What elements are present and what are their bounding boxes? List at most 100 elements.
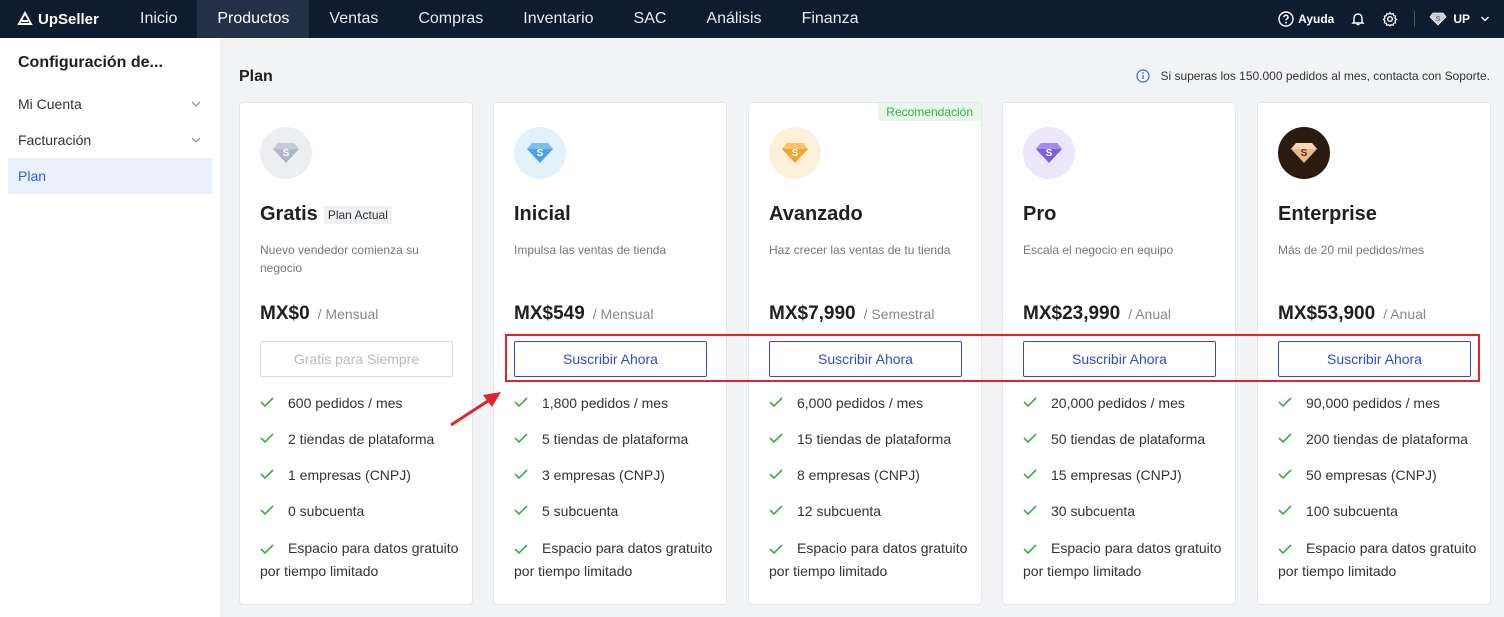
feature-item: 3 empresas (CNPJ) xyxy=(514,465,724,501)
plan-name: Inicial xyxy=(514,203,571,226)
feature-item: Espacio para datos gratuito por tiempo l… xyxy=(1023,540,1222,579)
feature-item: 12 subcuenta xyxy=(769,501,979,537)
check-icon xyxy=(1278,397,1292,408)
feature-item: 8 empresas (CNPJ) xyxy=(769,465,979,501)
check-icon xyxy=(1278,433,1292,444)
question-circle-icon xyxy=(1278,11,1294,27)
check-icon xyxy=(1023,397,1037,408)
svg-text:S: S xyxy=(1301,148,1308,159)
plan-price: MX$53,900 / Anual xyxy=(1278,303,1426,325)
check-icon xyxy=(260,433,274,444)
plan-card-inicial: S Inicial Impulsa las ventas de tienda M… xyxy=(493,102,727,605)
nav-item-sac[interactable]: SAC xyxy=(614,0,687,38)
help-label: Ayuda xyxy=(1298,12,1335,26)
nav-item-analisis[interactable]: Análisis xyxy=(686,0,781,38)
diamond-icon: S xyxy=(1429,12,1447,26)
page-title: Plan xyxy=(239,68,273,85)
plan-description: Nuevo vendedor comienza su negocio xyxy=(260,243,419,275)
user-menu[interactable]: S UP xyxy=(1429,12,1490,26)
sidebar-item-label: Mi Cuenta xyxy=(18,96,82,112)
nav-item-compras[interactable]: Compras xyxy=(398,0,503,38)
plan-price: MX$23,990 / Anual xyxy=(1023,303,1171,325)
sidebar-title: Configuración de... xyxy=(18,54,163,71)
info-notice: Si superas los 150.000 pedidos al mes, c… xyxy=(1136,69,1490,83)
price-period: / Anual xyxy=(1383,306,1427,322)
subscribe-button-pro[interactable]: Suscribir Ahora xyxy=(1023,341,1216,377)
diamond-blue-icon: S xyxy=(514,127,566,179)
feature-item: 1 empresas (CNPJ) xyxy=(260,465,470,501)
plan-card-avanzado: Recomendación S Avanzado Haz crecer las … xyxy=(748,102,982,605)
plan-description: Más de 20 mil pedidos/mes xyxy=(1278,243,1425,257)
feature-list: 600 pedidos / mes 2 tiendas de plataform… xyxy=(260,393,470,583)
main-nav: Inicio Productos Ventas Compras Inventar… xyxy=(120,0,878,38)
nav-item-inventario[interactable]: Inventario xyxy=(503,0,613,38)
check-icon xyxy=(1278,469,1292,480)
check-icon xyxy=(260,469,274,480)
check-icon xyxy=(1278,544,1292,555)
svg-text:S: S xyxy=(537,148,544,159)
plan-title: Inicial xyxy=(514,203,571,225)
plan-price: MX$549 / Mensual xyxy=(514,303,653,325)
sidebar-item-plan[interactable]: Plan xyxy=(8,158,212,194)
plan-title: Gratis xyxy=(260,203,318,225)
feature-item: 50 tiendas de plataforma xyxy=(1023,429,1233,465)
sidebar-item-facturacion[interactable]: Facturación xyxy=(8,122,212,158)
feature-item: 20,000 pedidos / mes xyxy=(1023,393,1233,429)
svg-text:S: S xyxy=(1046,148,1053,159)
feature-item: 0 subcuenta xyxy=(260,501,470,537)
check-icon xyxy=(1023,544,1037,555)
plan-price: MX$0 / Mensual xyxy=(260,303,378,325)
feature-item: 200 tiendas de plataforma xyxy=(1278,429,1488,465)
sidebar-item-mi-cuenta[interactable]: Mi Cuenta xyxy=(8,86,212,122)
plan-description: Haz crecer las ventas de tu tienda xyxy=(769,243,951,257)
feature-item: 2 tiendas de plataforma xyxy=(260,429,470,465)
chevron-down-icon xyxy=(191,101,201,107)
plan-name: Gratis Plan Actual xyxy=(260,203,392,226)
diamond-purple-icon: S xyxy=(1023,127,1075,179)
plan-card-pro: S Pro Escala el negocio en equipo MX$23,… xyxy=(1002,102,1236,605)
nav-item-finanza[interactable]: Finanza xyxy=(782,0,879,38)
subscribe-button-enterprise[interactable]: Suscribir Ahora xyxy=(1278,341,1471,377)
gear-icon xyxy=(1382,11,1398,27)
brand-logo[interactable]: UpSeller xyxy=(0,0,120,38)
check-icon xyxy=(769,544,783,555)
feature-item: Espacio para datos gratuito por tiempo l… xyxy=(1278,540,1477,579)
feature-list: 1,800 pedidos / mes 5 tiendas de platafo… xyxy=(514,393,724,583)
nav-item-productos[interactable]: Productos xyxy=(197,0,310,38)
check-icon xyxy=(514,433,528,444)
feature-item: 30 subcuenta xyxy=(1023,501,1233,537)
svg-text:S: S xyxy=(792,148,799,159)
check-icon xyxy=(769,505,783,516)
help-button[interactable]: Ayuda xyxy=(1278,11,1334,27)
plan-name: Pro xyxy=(1023,203,1056,226)
plan-description: Escala el negocio en equipo xyxy=(1023,243,1174,257)
chevron-down-icon xyxy=(1481,16,1489,22)
price-amount: MX$549 xyxy=(514,303,585,324)
price-period: / Anual xyxy=(1128,306,1172,322)
check-icon xyxy=(514,397,528,408)
feature-list: 20,000 pedidos / mes 50 tiendas de plata… xyxy=(1023,393,1233,583)
check-icon xyxy=(1278,505,1292,516)
feature-item: 5 subcuenta xyxy=(514,501,724,537)
settings-button[interactable] xyxy=(1382,11,1398,27)
feature-item: Espacio para datos gratuito por tiempo l… xyxy=(514,540,713,579)
feature-list: 90,000 pedidos / mes 200 tiendas de plat… xyxy=(1278,393,1488,583)
plan-card-gratis: S Gratis Plan Actual Nuevo vendedor comi… xyxy=(239,102,473,605)
feature-item: 90,000 pedidos / mes xyxy=(1278,393,1488,429)
subscribe-button-inicial[interactable]: Suscribir Ahora xyxy=(514,341,707,377)
user-name: UP xyxy=(1453,12,1470,26)
notifications-button[interactable] xyxy=(1350,11,1366,27)
feature-item: Espacio para datos gratuito por tiempo l… xyxy=(769,540,968,579)
check-icon xyxy=(1023,505,1037,516)
price-amount: MX$7,990 xyxy=(769,303,856,324)
feature-item: 5 tiendas de plataforma xyxy=(514,429,724,465)
subscribe-button-avanzado[interactable]: Suscribir Ahora xyxy=(769,341,962,377)
nav-item-ventas[interactable]: Ventas xyxy=(309,0,398,38)
plan-name: Enterprise xyxy=(1278,203,1377,226)
nav-item-inicio[interactable]: Inicio xyxy=(120,0,197,38)
brand-name: UpSeller xyxy=(38,10,99,28)
price-period: / Mensual xyxy=(592,306,654,322)
recommendation-badge: Recomendación xyxy=(878,103,981,121)
price-period: / Mensual xyxy=(317,306,379,322)
check-icon xyxy=(260,544,274,555)
